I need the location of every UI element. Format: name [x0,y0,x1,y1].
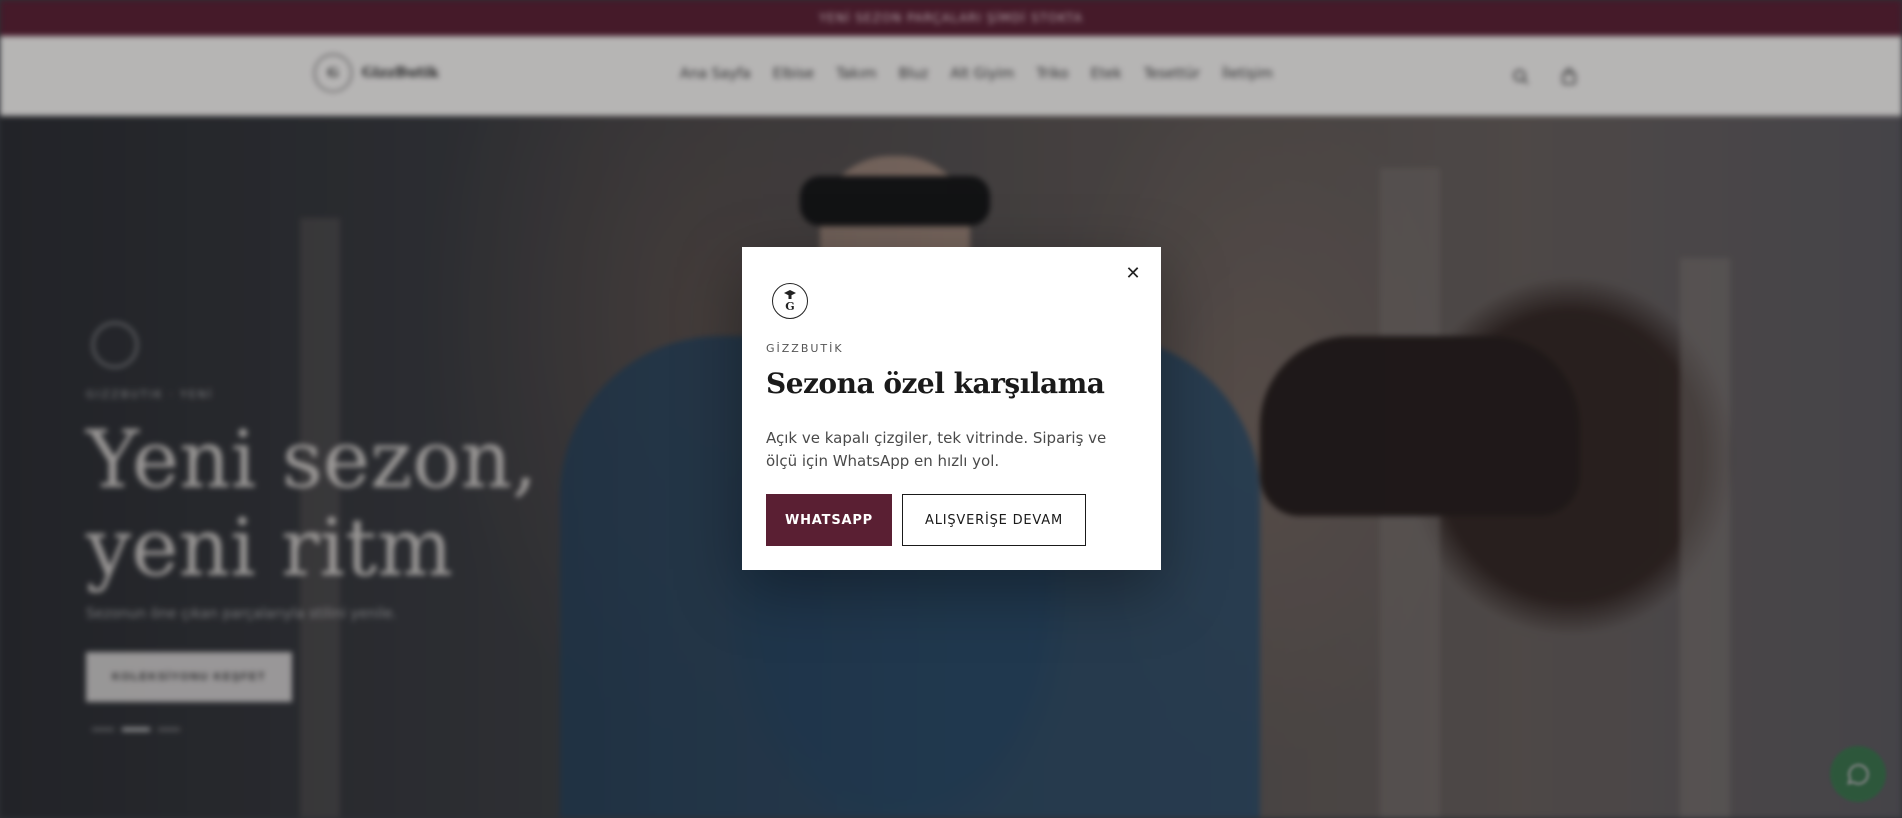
modal-brand: GİZZBUTİK [766,342,844,355]
welcome-modal: ✕ G GİZZBUTİK Sezona özel karşılama Açık… [742,247,1161,570]
logo-letter: G [785,300,794,313]
modal-body: Açık ve kapalı çizgiler, tek vitrinde. S… [766,429,1107,470]
modal-title: Sezona özel karşılama [766,367,1105,400]
close-icon[interactable]: ✕ [1121,261,1145,285]
continue-shopping-button[interactable]: ALIŞVERİŞE DEVAM [902,494,1086,546]
brand-logo-icon: G [772,283,808,319]
whatsapp-button[interactable]: WHATSAPP [766,494,892,546]
